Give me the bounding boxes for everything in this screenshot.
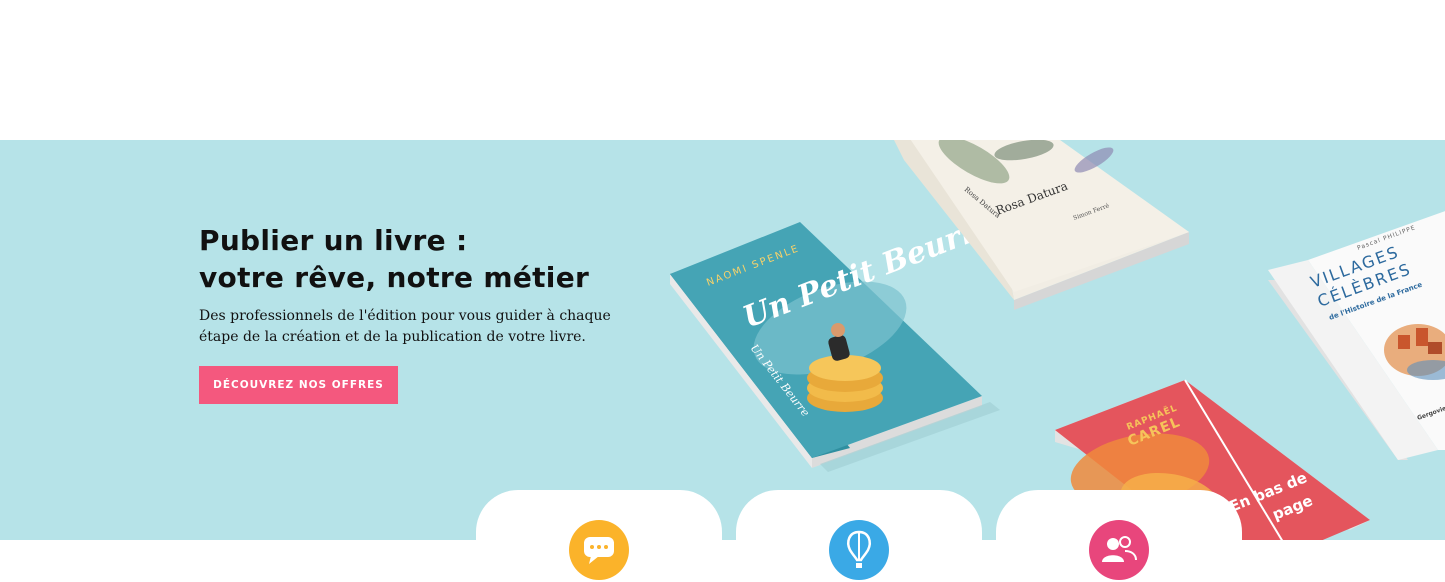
hot-air-balloon-icon <box>829 520 889 580</box>
discover-offers-button[interactable]: DÉCOUVREZ NOS OFFRES <box>199 366 398 404</box>
hero-title: Publier un livre : votre rêve, notre mét… <box>199 222 639 296</box>
feature-card-3[interactable] <box>996 490 1242 582</box>
book-rosa-datura: Rosa Datura Simon Ferré Rosa Datura <box>884 140 1204 310</box>
top-header <box>0 0 1445 140</box>
chat-bubble-icon <box>569 520 629 580</box>
feature-card-2[interactable] <box>736 490 982 582</box>
feature-card-1[interactable] <box>476 490 722 582</box>
hero-subtitle: Des professionnels de l'édition pour vou… <box>199 308 611 345</box>
people-icon <box>1089 520 1149 580</box>
hero-banner: Publier un livre : votre rêve, notre mét… <box>0 140 1445 540</box>
hero-title-line2: votre rêve, notre métier <box>199 261 590 294</box>
hero-title-line1: Publier un livre : <box>199 224 468 257</box>
